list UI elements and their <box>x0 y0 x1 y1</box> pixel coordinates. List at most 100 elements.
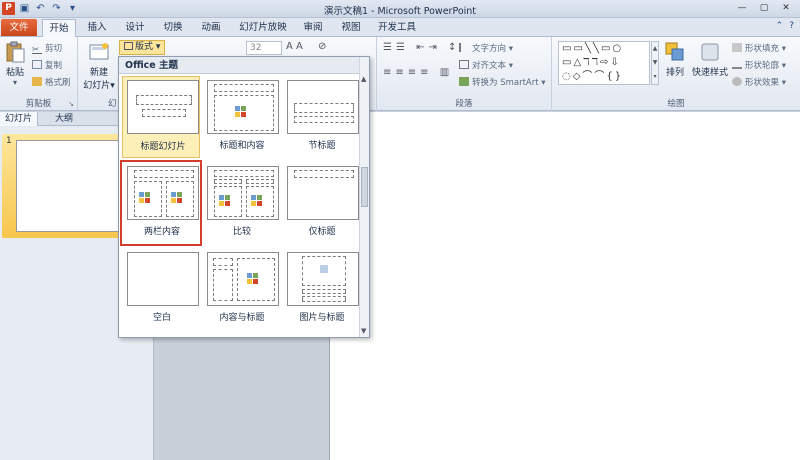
title-bar: P ▣ ↶ ↷ ▾ 演示文稿1 - Microsoft PowerPoint —… <box>0 0 800 18</box>
gallery-scrollbar[interactable]: ▲ ▼ <box>359 57 369 337</box>
shape-fill-button[interactable]: 形状填充 ▾ <box>732 42 786 54</box>
tab-animations[interactable]: 动画 <box>198 19 224 37</box>
arrange-button[interactable]: 排列 <box>662 41 688 78</box>
tab-file[interactable]: 文件 <box>1 19 37 36</box>
smartart-icon <box>459 77 469 86</box>
tab-design[interactable]: 设计 <box>122 19 148 37</box>
new-slide-button[interactable]: 新建 幻灯片▾ <box>82 41 116 91</box>
text-direction-icon <box>459 43 469 52</box>
copy-button[interactable]: 复制 <box>32 59 62 71</box>
effects-icon <box>732 77 742 86</box>
layout-section-header[interactable]: 节标题 <box>282 76 360 158</box>
dialog-launcher-icon[interactable]: ↘ <box>68 100 74 108</box>
list-icons[interactable]: ☰☰ ⇤⇥ ↕ <box>383 42 460 53</box>
minimize-ribbon-icon[interactable]: ⌃ <box>776 21 784 31</box>
layout-gallery: Office 主题 ▲ ▼ 标题幻灯片 标题和内容 节标题 两栏内容 比较 仅标… <box>118 56 370 338</box>
layout-label: 两栏内容 <box>143 227 180 237</box>
maximize-button[interactable]: ▢ <box>754 1 774 15</box>
minimize-button[interactable]: — <box>732 1 752 15</box>
layout-label: 空白 <box>152 313 171 323</box>
shapes-gallery[interactable]: ▭▭╲╲▭○ ▭△ℸℸ⇨⇩ ◌◇⌒⌒{} <box>558 41 650 85</box>
layout-preview <box>127 252 199 306</box>
slides-group: 新建 幻灯片▾ 幻 <box>78 37 118 111</box>
layout-preview <box>287 252 359 306</box>
scroll-thumb[interactable] <box>361 167 368 207</box>
scroll-up-icon[interactable]: ▲ <box>361 75 366 83</box>
layout-preview <box>207 80 279 134</box>
quick-styles-icon <box>701 43 719 61</box>
layout-content-with-caption[interactable]: 内容与标题 <box>202 248 280 330</box>
tab-outline[interactable]: 大纲 <box>50 112 78 126</box>
layout-label: 标题幻灯片 <box>140 142 186 152</box>
brush-icon <box>32 77 42 86</box>
tab-view[interactable]: 视图 <box>338 19 364 37</box>
layout-two-content[interactable]: 两栏内容 <box>120 160 202 246</box>
shapes-scroll[interactable]: ▲ ▼ ▾ <box>651 41 659 85</box>
align-icons[interactable]: ≡≡≡≡ ▥ <box>383 67 453 78</box>
fill-bucket-icon <box>732 43 742 52</box>
content-placeholder-icon <box>235 106 253 118</box>
scissors-icon: ✂ <box>32 45 42 55</box>
layout-title-slide[interactable]: 标题幻灯片 <box>122 76 200 158</box>
paragraph-group-label: 段落 <box>455 99 473 109</box>
window-controls: — ▢ ✕ <box>732 1 796 15</box>
layout-label: 内容与标题 <box>219 313 265 323</box>
layout-label: 比较 <box>232 227 251 237</box>
paragraph-group: ☰☰ ⇤⇥ ↕ ≡≡≡≡ ▥ 文字方向 ▾ 对齐文本 ▾ 转换为 SmartAr… <box>376 37 552 111</box>
tab-review[interactable]: 审阅 <box>300 19 326 37</box>
layout-title-and-content[interactable]: 标题和内容 <box>202 76 280 158</box>
paste-dropdown-icon[interactable]: ▾ <box>3 78 27 87</box>
slide-canvas[interactable] <box>329 112 800 460</box>
layout-comparison[interactable]: 比较 <box>202 162 280 244</box>
font-size-input[interactable]: 32 <box>246 41 282 55</box>
content-placeholder-icon <box>219 195 237 207</box>
align-text-button[interactable]: 对齐文本 ▾ <box>459 59 513 71</box>
new-slide-icon <box>89 43 109 60</box>
shape-effects-button[interactable]: 形状效果 ▾ <box>732 76 786 88</box>
layout-preview <box>127 80 199 134</box>
format-painter-button[interactable]: 格式刷 <box>32 76 71 88</box>
convert-smartart-button[interactable]: 转换为 SmartArt ▾ <box>459 76 546 88</box>
content-placeholder-icon <box>251 195 269 207</box>
layout-label: 节标题 <box>308 141 336 151</box>
copy-icon <box>32 60 42 69</box>
layout-title-only[interactable]: 仅标题 <box>282 162 360 244</box>
layout-preview <box>207 252 279 306</box>
layout-preview <box>287 80 359 134</box>
shape-outline-button[interactable]: 形状轮廓 ▾ <box>732 59 786 71</box>
tab-slides[interactable]: 幻灯片 <box>0 112 39 126</box>
clipboard-group-label: 剪贴板 <box>25 99 52 109</box>
slide-number: 1 <box>6 136 12 146</box>
quick-styles-button[interactable]: 快速样式 <box>690 41 730 78</box>
content-placeholder-icon <box>171 192 189 204</box>
tab-home[interactable]: 开始 <box>42 19 76 37</box>
layout-preview <box>287 166 359 220</box>
grow-font-icon[interactable]: A A <box>286 41 303 52</box>
paste-icon <box>6 41 25 63</box>
drawing-group-label: 绘图 <box>667 99 685 109</box>
tab-transitions[interactable]: 切换 <box>160 19 186 37</box>
scroll-down-icon[interactable]: ▼ <box>361 327 366 335</box>
gallery-header: Office 主题 <box>119 57 361 74</box>
arrange-icon <box>665 42 684 61</box>
content-placeholder-icon <box>139 192 157 204</box>
close-button[interactable]: ✕ <box>776 1 796 15</box>
tab-slideshow[interactable]: 幻灯片放映 <box>238 19 288 37</box>
cut-button[interactable]: ✂ 剪切 <box>32 42 62 55</box>
picture-placeholder-icon <box>320 265 328 273</box>
clear-format-icon[interactable]: ⊘ <box>318 41 326 52</box>
layout-blank[interactable]: 空白 <box>122 248 200 330</box>
content-placeholder-icon <box>247 273 265 285</box>
layout-preview <box>207 166 279 220</box>
layout-preview <box>127 166 199 220</box>
tab-insert[interactable]: 插入 <box>84 19 110 37</box>
tab-developer[interactable]: 开发工具 <box>376 19 418 37</box>
slides-group-label: 幻 <box>108 99 117 109</box>
align-text-icon <box>459 60 469 69</box>
text-direction-button[interactable]: 文字方向 ▾ <box>459 42 513 54</box>
paste-button[interactable]: 粘贴 ▾ <box>3 41 27 87</box>
help-icon[interactable]: ? <box>789 21 794 31</box>
layout-picture-with-caption[interactable]: 图片与标题 <box>282 248 360 330</box>
ribbon-options: ⌃ ? <box>776 21 794 31</box>
clipboard-group: 粘贴 ▾ ✂ 剪切 复制 格式刷 剪贴板 ↘ <box>0 37 78 111</box>
